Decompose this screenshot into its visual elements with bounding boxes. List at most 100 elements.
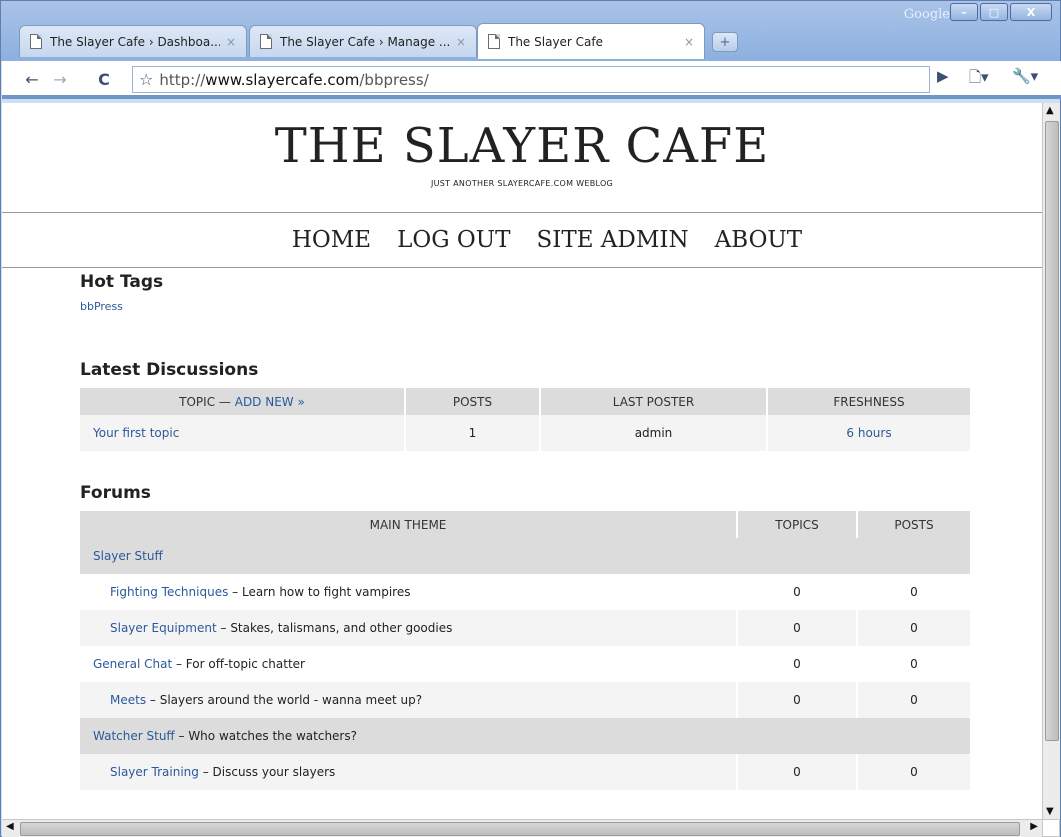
scroll-left-icon[interactable]: ◀ [6, 821, 14, 832]
topics-cell: 0 [737, 682, 858, 718]
site-nav: HOME LOG OUT SITE ADMIN ABOUT [2, 213, 1042, 268]
page-icon [488, 34, 500, 49]
forum-description: – Who watches the watchers? [174, 729, 358, 743]
nav-about[interactable]: ABOUT [715, 227, 803, 253]
forum-cell: Slayer Training – Discuss your slayers [80, 754, 738, 790]
back-button[interactable]: ← [20, 67, 44, 91]
tag-link[interactable]: bbPress [80, 300, 970, 313]
tab-title: The Slayer Cafe › Dashboa... [50, 34, 220, 49]
close-window-button[interactable]: X [1010, 3, 1052, 21]
page-menu-icon[interactable]: 🗋▾ [969, 67, 989, 92]
vertical-scrollbar[interactable]: ▲ ▼ [1042, 103, 1060, 819]
column-topic: TOPIC — ADD NEW » [80, 388, 406, 415]
tab-close-icon[interactable]: × [684, 35, 694, 49]
forum-row: General Chat – For off-topic chatter 0 0 [80, 646, 970, 682]
topics-cell: 0 [737, 610, 858, 646]
add-new-link[interactable]: ADD NEW » [235, 395, 305, 409]
new-tab-button[interactable]: + [712, 32, 738, 52]
column-posts: POSTS [405, 388, 541, 415]
maximize-button[interactable]: □ [980, 3, 1008, 21]
browser-window: Google – □ X The Slayer Cafe › Dashboa..… [0, 0, 1061, 837]
tab-strip: Google – □ X The Slayer Cafe › Dashboa..… [1, 1, 1060, 61]
forum-link[interactable]: Meets [110, 693, 146, 707]
forums-heading: Forums [80, 483, 151, 503]
scroll-corner [1042, 819, 1060, 837]
last-poster-cell: admin [540, 415, 768, 451]
tab-title: The Slayer Cafe [508, 34, 604, 49]
topic-link[interactable]: Your first topic [93, 426, 179, 440]
site-title[interactable]: THE SLAYER CAFE [2, 119, 1042, 173]
nav-log-out[interactable]: LOG OUT [397, 227, 510, 253]
tab-dashboard[interactable]: The Slayer Cafe › Dashboa... × [19, 25, 247, 57]
nav-site-admin[interactable]: SITE ADMIN [537, 227, 689, 253]
plus-icon: + [719, 34, 731, 50]
topic-cell: Your first topic [80, 415, 406, 451]
nav-home[interactable]: HOME [292, 227, 371, 253]
scroll-right-icon[interactable]: ▶ [1030, 821, 1038, 832]
go-icon[interactable]: ▶ [937, 67, 949, 85]
forum-description: – Learn how to fight vampires [228, 585, 411, 599]
bookmark-star-icon[interactable]: ☆ [139, 70, 153, 89]
page-icon [260, 34, 272, 49]
tab-manage[interactable]: The Slayer Cafe › Manage ... × [249, 25, 477, 57]
google-label: Google [903, 7, 950, 22]
site-header: THE SLAYER CAFE JUST ANOTHER SLAYERCAFE.… [2, 103, 1042, 213]
posts-cell: 0 [857, 682, 970, 718]
url-text[interactable]: http://www.slayercafe.com/bbpress/ [159, 71, 428, 89]
toolbar: ← → C ☆ http://www.slayercafe.com/bbpres… [2, 61, 1061, 99]
forum-cell: Slayer Stuff [80, 538, 970, 574]
latest-discussions-section: Latest Discussions TOPIC — ADD NEW » POS… [80, 360, 970, 451]
forum-cell: Watcher Stuff – Who watches the watchers… [80, 718, 970, 754]
forum-link[interactable]: Fighting Techniques [110, 585, 228, 599]
posts-cell: 0 [857, 646, 970, 682]
column-last-poster: LAST POSTER [540, 388, 768, 415]
forum-row: Fighting Techniques – Learn how to fight… [80, 574, 970, 610]
forum-description: – Slayers around the world - wanna meet … [146, 693, 423, 707]
topics-cell: 0 [737, 574, 858, 610]
forum-link[interactable]: Watcher Stuff [93, 729, 175, 743]
horizontal-scrollbar[interactable]: ◀ ▶ [2, 819, 1042, 837]
forum-cell: Slayer Equipment – Stakes, talismans, an… [80, 610, 738, 646]
page-viewport: THE SLAYER CAFE JUST ANOTHER SLAYERCAFE.… [2, 103, 1042, 819]
column-topics: TOPICS [737, 511, 858, 538]
vertical-scroll-thumb[interactable] [1045, 121, 1059, 741]
forums-section: Forums MAIN THEME TOPICS POSTS Slayer St… [80, 483, 970, 790]
forum-cell: General Chat – For off-topic chatter [80, 646, 738, 682]
posts-cell: 1 [405, 415, 541, 451]
forum-row: Slayer Training – Discuss your slayers 0… [80, 754, 970, 790]
scroll-down-icon[interactable]: ▼ [1046, 806, 1054, 817]
freshness-cell: 6 hours [767, 415, 970, 451]
topics-cell: 0 [737, 754, 858, 790]
forum-link[interactable]: Slayer Stuff [93, 549, 163, 563]
tab-slayer-cafe[interactable]: The Slayer Cafe × [477, 23, 705, 59]
tab-close-icon[interactable]: × [226, 35, 236, 49]
window-controls: – □ X [950, 3, 1052, 21]
scroll-up-icon[interactable]: ▲ [1046, 105, 1054, 116]
forums-table: MAIN THEME TOPICS POSTS Slayer Stuff Fig… [80, 511, 970, 790]
forum-category-row: Watcher Stuff – Who watches the watchers… [80, 718, 970, 754]
hot-tags-section: Hot Tags bbPress [80, 272, 970, 313]
forum-row: Slayer Equipment – Stakes, talismans, an… [80, 610, 970, 646]
wrench-menu-icon[interactable]: 🔧▾ [1012, 67, 1038, 85]
freshness-link[interactable]: 6 hours [846, 426, 891, 440]
posts-cell: 0 [857, 574, 970, 610]
page-icon [30, 34, 42, 49]
address-bar[interactable]: ☆ http://www.slayercafe.com/bbpress/ [132, 66, 930, 93]
column-posts: POSTS [857, 511, 970, 538]
forum-cell: Fighting Techniques – Learn how to fight… [80, 574, 738, 610]
forward-button[interactable]: → [48, 67, 72, 91]
forum-link[interactable]: General Chat [93, 657, 172, 671]
forum-link[interactable]: Slayer Equipment [110, 621, 217, 635]
forum-cell: Meets – Slayers around the world - wanna… [80, 682, 738, 718]
forum-link[interactable]: Slayer Training [110, 765, 199, 779]
tab-close-icon[interactable]: × [456, 35, 466, 49]
minimize-button[interactable]: – [950, 3, 978, 21]
discussions-table: TOPIC — ADD NEW » POSTS LAST POSTER FRES… [80, 388, 970, 451]
site-tagline: JUST ANOTHER SLAYERCAFE.COM WEBLOG [430, 179, 614, 188]
horizontal-scroll-thumb[interactable] [20, 822, 1020, 836]
column-main-theme: MAIN THEME [80, 511, 738, 538]
reload-button[interactable]: C [92, 67, 116, 91]
table-row: Your first topic 1 admin 6 hours [80, 415, 970, 451]
forum-row: Meets – Slayers around the world - wanna… [80, 682, 970, 718]
forum-description: – For off-topic chatter [172, 657, 305, 671]
